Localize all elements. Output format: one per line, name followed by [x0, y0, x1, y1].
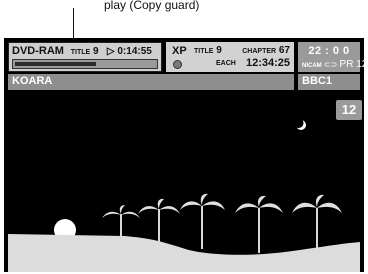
callout-label: play (Copy guard) — [104, 0, 200, 12]
channel-number-box: 12 — [336, 100, 362, 120]
chapter: CHAPTER 67 — [242, 45, 290, 56]
recording-status-panel: XP TITLE 9 CHAPTER 67 EACH 12:34:25 — [166, 42, 294, 72]
program-name-strip: KOARA — [8, 74, 294, 90]
play-icon: ▷ — [106, 46, 115, 57]
playback-status-panel: DVD-RAM TITLE 9 ▷ 0:14:55 — [8, 42, 162, 72]
program-number: PR 12 — [339, 59, 368, 70]
beach-scene — [8, 193, 360, 272]
audio-program: NICAM ⊂⊃ PR 12 — [302, 59, 367, 70]
palm-tree-icon — [180, 193, 225, 249]
stereo-icon: ⊂⊃ — [323, 60, 338, 69]
channel-number: 12 — [341, 102, 357, 117]
chapter-number: 67 — [278, 45, 290, 56]
clock-panel: 22 : 0 0 NICAM ⊂⊃ PR 12 — [298, 42, 367, 72]
channel-name: BBC1 — [302, 75, 332, 87]
moon-icon — [294, 118, 306, 130]
rec-title-number: 9 — [216, 45, 222, 56]
play-progress-fill — [15, 62, 96, 66]
rec-mode: XP — [172, 45, 187, 57]
clock: 22 : 0 0 — [308, 45, 350, 57]
title-label: TITLE — [70, 49, 91, 56]
palm-tree-icon — [235, 195, 283, 253]
program-name: KOARA — [12, 75, 53, 87]
sand — [8, 234, 360, 272]
rec-time: 12:34:25 — [245, 57, 290, 69]
rec-title-label: TITLE — [194, 48, 214, 55]
rec-title: TITLE 9 — [194, 45, 222, 56]
record-icon — [173, 60, 182, 69]
callout-line — [73, 8, 74, 41]
palm-tree-icon — [102, 205, 140, 240]
channel-name-strip: BBC1 — [298, 74, 360, 90]
palm-tree-icon — [138, 198, 180, 242]
palm-tree-icon — [292, 194, 342, 248]
tv-screen: DVD-RAM TITLE 9 ▷ 0:14:55 XP TITLE 9 CHA… — [4, 38, 367, 272]
each-label: EACH — [216, 60, 236, 67]
playback-info: DVD-RAM TITLE 9 ▷ 0:14:55 — [12, 45, 152, 57]
nicam-label: NICAM — [302, 63, 322, 69]
title-number: 9 — [92, 46, 99, 57]
play-progress-bar — [12, 59, 158, 69]
disc-type: DVD-RAM — [12, 45, 64, 57]
elapsed-time: 0:14:55 — [117, 46, 152, 57]
chapter-label: CHAPTER — [242, 48, 277, 55]
